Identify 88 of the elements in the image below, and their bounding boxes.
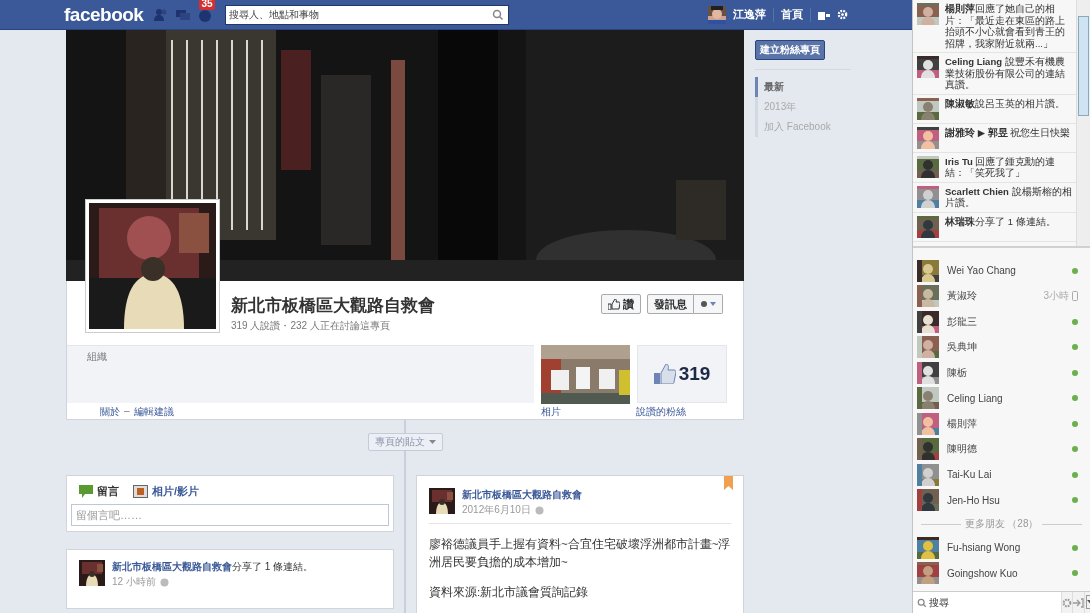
online-dot (1072, 395, 1078, 402)
ticker-story[interactable]: Celing Liang 說豐禾有機農業技術股份有限公司的連結真讚。 (945, 56, 1074, 91)
composer-tab[interactable]: 留言 (79, 484, 119, 499)
composer-tab[interactable]: 相片/影片 (133, 484, 200, 499)
friend-name: Goingshow Kuo (947, 567, 1019, 579)
ticker-story[interactable]: Scarlett Chien 說楊斯榕的相片讚。 (945, 185, 1074, 209)
online-dot (1072, 570, 1078, 577)
ticker-story[interactable]: 楊則萍回應了她自己的相片：「最近走在東區的路上抬頭不小心就會看到青王的招牌，我家附近就兩...」 (945, 3, 1074, 49)
photo-icon (133, 485, 148, 498)
settings-caret-icon (700, 300, 716, 308)
chat-friend-row[interactable]: 楊則萍 (913, 411, 1090, 437)
likes-count: 319 (678, 363, 711, 385)
chat-friend-row[interactable]: 吳典坤 (913, 334, 1090, 360)
friend-name: Celing Liang (947, 392, 1004, 404)
ticker-story[interactable]: 謝雅玲 ▶ 郭昱 祝您生日快樂 (945, 126, 1071, 149)
page-stats: 319 人說讚・232 人正在討論這專頁 (231, 319, 391, 333)
chat-friend-row[interactable]: 陳明德 (913, 436, 1090, 462)
mobile-phone-icon (1072, 291, 1078, 302)
page-name-link[interactable]: 新北市板橋區大觀路自救會 (462, 488, 582, 502)
message-button[interactable]: 發訊息 (647, 294, 694, 314)
chat-friend-row[interactable]: 黃淑玲 3小時 (913, 283, 1090, 309)
search-field[interactable]: 搜尋人、地點和事物 (225, 4, 510, 25)
about-link[interactable]: 關於 (100, 405, 120, 419)
bookmark-icon[interactable] (724, 476, 733, 490)
post-source-text: 資料來源:新北市議會質詢記錄 (429, 585, 590, 600)
likes-panel[interactable]: 319 (637, 345, 727, 403)
page-name: 新北市板橋區大觀路自救會 (231, 295, 435, 317)
chat-friend-row[interactable]: Jen-Ho Hsu (913, 487, 1090, 513)
online-dot (1072, 369, 1078, 376)
online-dot (1072, 344, 1078, 351)
online-dot (1072, 544, 1078, 551)
post-input-field[interactable]: 留個言吧…… (71, 504, 389, 526)
fans-link[interactable]: 說讚的粉絲 (636, 405, 686, 419)
like-button[interactable]: 讚 (601, 294, 641, 314)
friend-name: 陳栃 (947, 365, 968, 380)
friend-name: 彭龍三 (947, 314, 978, 329)
online-dot (1072, 471, 1078, 478)
search-icon[interactable] (492, 8, 505, 21)
home-link[interactable]: 首頁 (781, 7, 803, 22)
online-dot (1072, 267, 1078, 274)
chat-friend-row[interactable]: 彭龍三 (913, 309, 1090, 335)
user-name-link[interactable]: 江逸萍 (733, 7, 766, 22)
friend-name: Tai-Ku Lai (947, 469, 993, 481)
arrow-into-box-icon (1073, 597, 1084, 608)
friend-name: Wei Yao Chang (947, 265, 1017, 277)
timeline-nav-item[interactable]: 最新 (755, 77, 851, 97)
separator-text: – (124, 405, 130, 418)
post-title: 新北市板橋區大觀路自救會分享了 1 條連結。 (112, 560, 314, 574)
post-text: 廖裕德議員手上握有資料~合宜住宅破壞浮洲都市計畫~浮洲居民要負擔的成本增加~ (429, 537, 731, 570)
page-name-link[interactable]: 新北市板橋區大觀路自救會 (112, 561, 232, 572)
online-dot (1072, 446, 1078, 453)
friend-name: Jen-Ho Hsu (947, 494, 1001, 506)
messages-icon[interactable] (175, 7, 192, 22)
edit-suggestion-link[interactable]: 編輯建議 (133, 405, 174, 419)
caret-icon (428, 440, 436, 444)
privacy-icon[interactable] (818, 9, 830, 20)
scrollbar[interactable] (1076, 0, 1090, 246)
notification-badge: 35 (199, 0, 215, 10)
chat-settings-button[interactable] (1062, 592, 1073, 613)
chat-friend-row[interactable]: 陳栃 (913, 360, 1090, 386)
friend-name: 黃淑玲 (947, 289, 978, 304)
online-dot (1072, 318, 1078, 325)
settings-dropdown[interactable] (694, 294, 723, 314)
ticker-story[interactable]: 林瑞珠分享了 1 條連結。 (945, 215, 1056, 238)
chat-friend-row[interactable]: Tai-Ku Lai (913, 462, 1090, 488)
chat-search-field[interactable]: 搜尋 (913, 592, 1062, 613)
speech-bubble-icon (79, 485, 93, 498)
chat-friend-row[interactable]: Wei Yao Chang (913, 258, 1090, 284)
scrollbar-thumb[interactable] (1078, 16, 1089, 116)
friend-name: Fu-hsiang Wong (947, 542, 1022, 554)
online-dot (1072, 420, 1078, 427)
ticker-story[interactable]: 陳淑敏說呂玉英的相片讚。 (945, 97, 1065, 120)
thumbs-up-icon (653, 364, 676, 384)
online-dot (1072, 497, 1078, 504)
thumbs-up-icon (608, 298, 620, 310)
friend-name: 楊則萍 (947, 416, 978, 431)
friend-name: 陳明德 (947, 442, 978, 457)
create-page-button[interactable]: 建立粉絲專頁 (755, 40, 825, 60)
chat-friend-row[interactable]: Celing Liang (913, 385, 1090, 411)
category-text: 組織 (87, 351, 107, 362)
more-friends-label: 更多朋友 （28） (964, 517, 1039, 531)
friend-name: 吳典坤 (947, 340, 978, 355)
chat-friend-row[interactable]: Goingshow Kuo (913, 560, 1090, 586)
last-active-time: 3小時 (1043, 289, 1069, 304)
ticker-story[interactable]: Iris Tu 回應了鍾克勳的連結：「笑死我了」 (945, 155, 1074, 179)
photos-link[interactable]: 相片 (541, 405, 636, 419)
logo[interactable]: facebook (64, 3, 144, 26)
chat-friend-row[interactable]: Fu-hsiang Wong (913, 535, 1090, 561)
